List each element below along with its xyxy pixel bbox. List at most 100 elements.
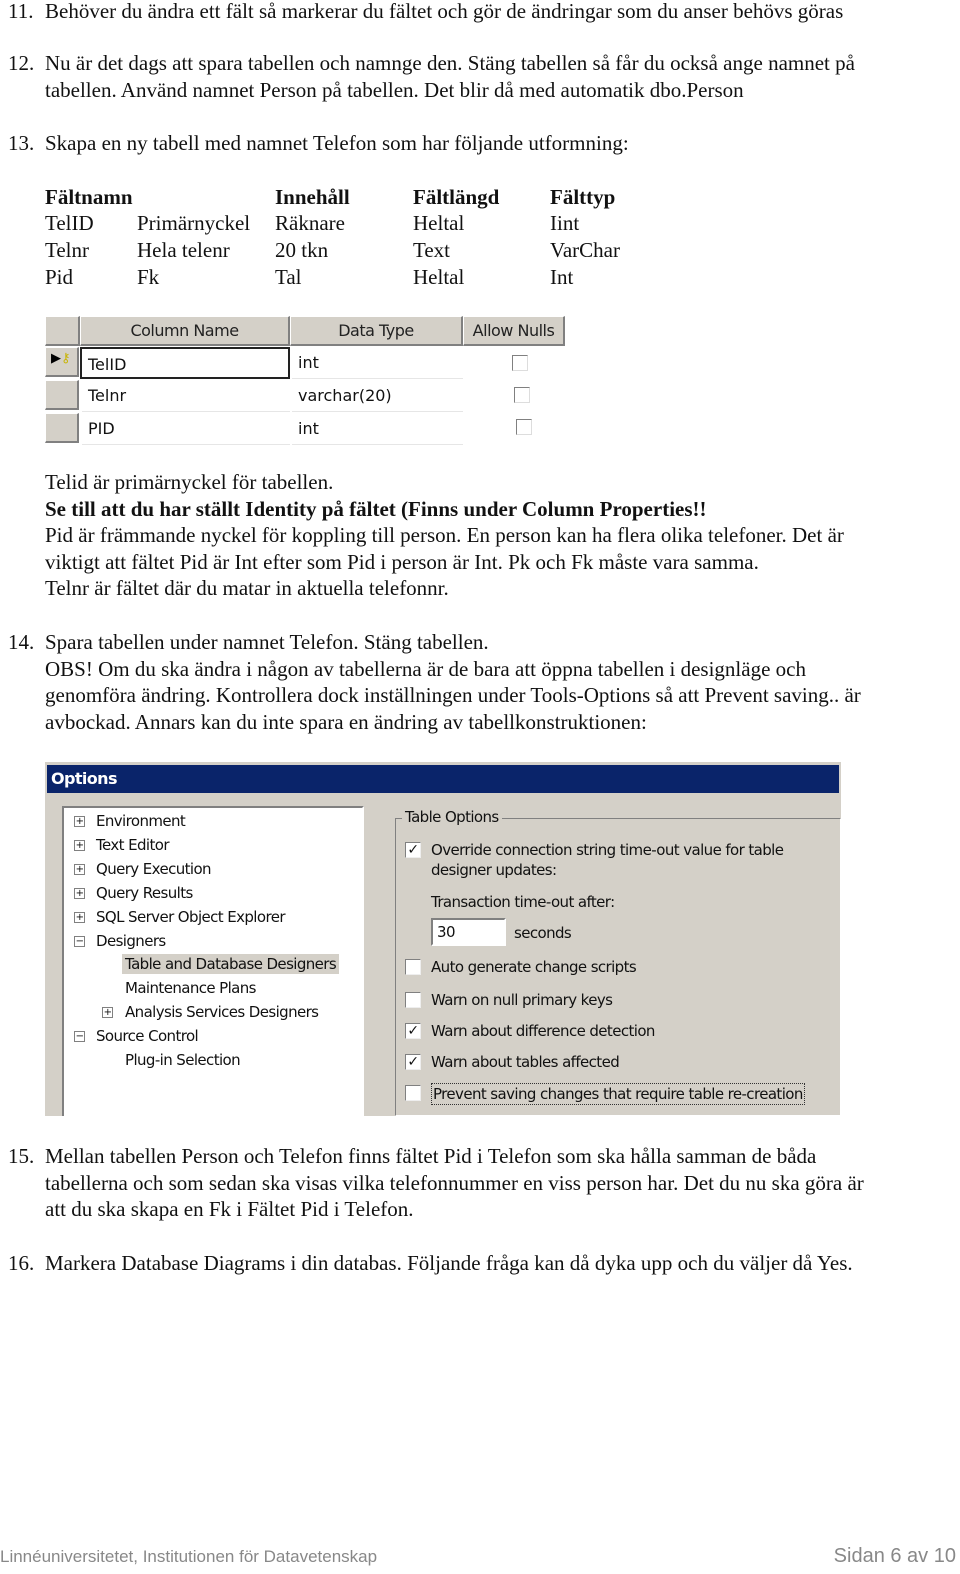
row-selector[interactable]: [45, 413, 79, 443]
note-line: viktigt att fältet Pid är Int efter som …: [45, 550, 759, 574]
cell: Int: [550, 265, 574, 289]
group-label: Table Options: [402, 807, 502, 827]
checkbox-label: Warn about difference detection: [431, 1022, 655, 1040]
expand-icon[interactable]: +: [74, 912, 85, 923]
checkbox-label: designer updates:: [431, 861, 557, 879]
item-15-line: Mellan tabellen Person och Telefon finns…: [45, 1144, 817, 1168]
data-type-cell[interactable]: int: [292, 347, 463, 379]
expand-icon[interactable]: +: [74, 840, 85, 851]
item-number: 16.: [8, 1251, 35, 1275]
footer-page-number: Sidan 6 av 10: [833, 1545, 956, 1567]
cell: Primärnyckel: [137, 211, 251, 235]
expand-icon[interactable]: +: [102, 1007, 113, 1018]
corner-header: [45, 316, 80, 346]
item-number: 11.: [8, 0, 34, 23]
data-type-cell[interactable]: int: [292, 413, 463, 445]
tree-item[interactable]: Maintenance Plans: [125, 978, 257, 998]
cell: Telnr: [45, 238, 90, 262]
tree-item[interactable]: Environment: [96, 811, 186, 831]
tree-item[interactable]: Query Execution: [96, 859, 212, 879]
timeout-unit: seconds: [514, 924, 572, 942]
cell: Fk: [137, 265, 160, 289]
table-designer-grid: Column Name Data Type Allow Nulls ▶⚷ Tel…: [45, 316, 565, 445]
item-15-line: att du ska skapa en Fk i Fältet Pid i Te…: [45, 1197, 414, 1221]
data-type-cell[interactable]: varchar(20): [292, 380, 463, 412]
primary-key-icon: ▶⚷: [51, 351, 71, 366]
warn-tables-checkbox[interactable]: ✓: [405, 1054, 421, 1070]
warn-difference-checkbox[interactable]: ✓: [405, 1023, 421, 1039]
checkbox-label: Warn about tables affected: [431, 1053, 620, 1071]
cell: VarChar: [550, 238, 620, 262]
allow-nulls-checkbox[interactable]: [514, 387, 530, 403]
cell: Hela telenr: [137, 238, 230, 262]
note-line-bold: Se till att du har ställt Identity på fä…: [45, 497, 707, 521]
tree-item[interactable]: Plug-in Selection: [125, 1050, 241, 1070]
item-number: 15.: [8, 1144, 35, 1168]
item-16-text: Markera Database Diagrams i din databas.…: [45, 1251, 853, 1275]
timeout-label: Transaction time-out after:: [431, 893, 615, 911]
note-line: Pid är främmande nyckel för koppling til…: [45, 523, 844, 547]
item-14-line: OBS! Om du ska ändra i någon av tabeller…: [45, 657, 806, 681]
warn-null-keys-checkbox[interactable]: [405, 992, 421, 1008]
options-dialog: Options + Environment + Text Editor + Query…: [45, 762, 841, 1116]
item-15-line: tabellerna och som sedan ska visas vilka…: [45, 1171, 864, 1195]
expand-icon[interactable]: +: [74, 888, 85, 899]
cell: Tal: [275, 265, 302, 289]
cell: TelID: [45, 211, 94, 235]
item-13-text: Skapa en ny tabell med namnet Telefon so…: [45, 131, 629, 155]
tree-item[interactable]: Analysis Services Designers: [125, 1002, 319, 1022]
allow-nulls-checkbox[interactable]: [512, 355, 528, 371]
item-14-line: avbockad. Annars kan du inte spara en än…: [45, 710, 647, 734]
note-line: Telnr är fältet där du matar in aktuella…: [45, 576, 449, 600]
note-line: Telid är primärnyckel för tabellen.: [45, 470, 334, 494]
cell: 20 tkn: [275, 238, 329, 262]
column-header-nulls[interactable]: Allow Nulls: [463, 316, 565, 346]
prevent-saving-checkbox[interactable]: [405, 1085, 421, 1101]
checkbox-label: Auto generate change scripts: [431, 958, 637, 976]
tree-item[interactable]: Query Results: [96, 883, 193, 903]
cell: Text: [413, 238, 451, 262]
tree-item-selected[interactable]: Table and Database Designers: [122, 954, 340, 974]
expand-icon[interactable]: +: [74, 816, 85, 827]
expand-icon[interactable]: +: [74, 864, 85, 875]
checkbox-label: Warn on null primary keys: [431, 991, 613, 1009]
column-name-cell[interactable]: TelID: [80, 347, 290, 379]
column-name-cell[interactable]: PID: [82, 413, 290, 445]
auto-generate-checkbox[interactable]: [405, 959, 421, 975]
header: Innehåll: [275, 185, 350, 209]
item-12-line: Nu är det dags att spara tabellen och na…: [45, 51, 855, 75]
tree-item[interactable]: Source Control: [96, 1026, 199, 1046]
cell: Pid: [45, 265, 74, 289]
tree-item[interactable]: Designers: [96, 931, 166, 951]
dialog-title: Options: [47, 765, 839, 793]
collapse-icon[interactable]: −: [74, 936, 85, 947]
header: Fälttyp: [550, 185, 616, 209]
row-selector[interactable]: [45, 380, 79, 410]
collapse-icon[interactable]: −: [74, 1031, 85, 1042]
column-name-cell[interactable]: Telnr: [82, 380, 290, 412]
cell: Räknare: [275, 211, 345, 235]
item-12-line: tabellen. Använd namnet Person på tabell…: [45, 78, 744, 102]
options-tree: + Environment + Text Editor + Query Executi…: [62, 806, 364, 1116]
tree-item[interactable]: Text Editor: [96, 835, 170, 855]
column-header-type[interactable]: Data Type: [290, 316, 463, 346]
override-checkbox[interactable]: ✓: [405, 842, 421, 858]
item-14-line: genomföra ändring. Kontrollera dock inst…: [45, 683, 861, 707]
item-number: 13.: [8, 131, 35, 155]
tree-item[interactable]: SQL Server Object Explorer: [96, 907, 285, 927]
item-11-text: Behöver du ändra ett fält så markerar du…: [45, 0, 844, 23]
header: Fältnamn: [45, 185, 133, 209]
cell: Iint: [550, 211, 580, 235]
row-selector[interactable]: ▶⚷: [45, 347, 79, 377]
column-header-name[interactable]: Column Name: [80, 316, 290, 346]
checkbox-label: Override connection string time-out valu…: [431, 841, 784, 859]
header: Fältlängd: [413, 185, 500, 209]
item-14-line: Spara tabellen under namnet Telefon. Stä…: [45, 630, 489, 654]
item-number: 12.: [8, 51, 35, 75]
allow-nulls-checkbox[interactable]: [516, 419, 532, 435]
cell: Heltal: [413, 265, 465, 289]
timeout-input[interactable]: 30: [431, 918, 506, 946]
cell: Heltal: [413, 211, 465, 235]
checkbox-label: Prevent saving changes that require tabl…: [431, 1083, 805, 1105]
footer-institution: Linnéuniversitetet, Institutionen för Da…: [0, 1547, 378, 1566]
